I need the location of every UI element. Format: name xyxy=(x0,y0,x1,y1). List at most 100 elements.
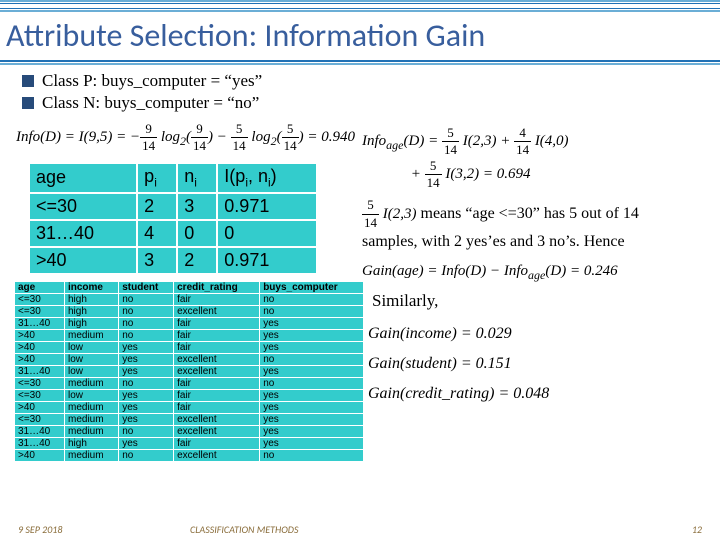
cell: >40 xyxy=(15,329,65,341)
cell: yes xyxy=(260,425,364,437)
table-header-row: age pi ni I(pi, ni) xyxy=(29,163,317,193)
cell: no xyxy=(260,353,364,365)
cell: fair xyxy=(174,377,260,389)
cell: yes xyxy=(119,389,174,401)
left-column: Info(D) = I(9,5) = −914 log2(914) − 514 … xyxy=(12,119,352,462)
header-rule xyxy=(0,0,720,12)
cell: fair xyxy=(174,329,260,341)
main-row: Info(D) = I(9,5) = −914 log2(914) − 514 … xyxy=(12,119,708,462)
table-row: >40mediumnofairyes xyxy=(15,329,364,341)
cell: yes xyxy=(260,329,364,341)
table-row: >40mediumyesfairyes xyxy=(15,401,364,413)
gain-credit: Gain(credit_rating) = 0.048 xyxy=(368,379,692,409)
cell: fair xyxy=(174,437,260,449)
cell: no xyxy=(119,305,174,317)
cell: no xyxy=(119,377,174,389)
th: credit_rating xyxy=(174,281,260,293)
gain-age-equation: Gain(age) = Info(D) − Infoage(D) = 0.246 xyxy=(362,263,692,283)
bullet-class-p: Class P: buys_computer = “yes” xyxy=(22,71,708,91)
cell: 31…40 xyxy=(29,220,137,247)
th-age: age xyxy=(29,163,137,193)
table-header-row: age income student credit_rating buys_co… xyxy=(15,281,364,293)
cell: <=30 xyxy=(15,377,65,389)
table-row: <=30mediumyesexcellentyes xyxy=(15,413,364,425)
cell: excellent xyxy=(174,365,260,377)
cell: yes xyxy=(260,317,364,329)
cell: yes xyxy=(119,365,174,377)
cell: >40 xyxy=(15,341,65,353)
cell: <=30 xyxy=(15,389,65,401)
bullet-square-icon xyxy=(22,97,34,109)
cell: yes xyxy=(260,413,364,425)
cell: yes xyxy=(260,341,364,353)
cell: fair xyxy=(174,293,260,305)
info-age-equation: Infoage(D) = 514 I(2,3) + 414 I(4,0) + 5… xyxy=(362,125,692,191)
cell: 0 xyxy=(217,220,317,247)
table-row: >40 3 2 0.971 xyxy=(29,247,317,274)
dataset-table: age income student credit_rating buys_co… xyxy=(14,281,364,462)
table-row: <=30mediumnofairno xyxy=(15,377,364,389)
cell: no xyxy=(260,377,364,389)
th-pi: pi xyxy=(137,163,177,193)
gain-list: Gain(income) = 0.029 Gain(student) = 0.1… xyxy=(368,319,692,410)
cell: yes xyxy=(119,401,174,413)
bullet-class-n: Class N: buys_computer = “no” xyxy=(22,93,708,113)
table-row: <=30lowyesfairyes xyxy=(15,389,364,401)
cell: >40 xyxy=(15,353,65,365)
gain-student: Gain(student) = 0.151 xyxy=(368,349,692,379)
th: age xyxy=(15,281,65,293)
cell: high xyxy=(64,317,118,329)
table-row: 31…40highnofairyes xyxy=(15,317,364,329)
cell: 31…40 xyxy=(15,317,65,329)
cell: 0.971 xyxy=(217,193,317,220)
th: income xyxy=(64,281,118,293)
table-row: 31…40 4 0 0 xyxy=(29,220,317,247)
cell: yes xyxy=(260,365,364,377)
table-row: >40mediumnoexcellentno xyxy=(15,449,364,461)
table-row: >40lowyesexcellentno xyxy=(15,353,364,365)
cell: no xyxy=(260,449,364,461)
cell: yes xyxy=(119,341,174,353)
cell: 2 xyxy=(137,193,177,220)
slide-content: Class P: buys_computer = “yes” Class N: … xyxy=(0,65,720,462)
cell: excellent xyxy=(174,413,260,425)
cell: yes xyxy=(260,389,364,401)
cell: yes xyxy=(119,353,174,365)
cell: no xyxy=(119,329,174,341)
cell: medium xyxy=(64,449,118,461)
cell: medium xyxy=(64,425,118,437)
cell: <=30 xyxy=(29,193,137,220)
cell: 31…40 xyxy=(15,425,65,437)
cell: 31…40 xyxy=(15,437,65,449)
cell: 0.971 xyxy=(217,247,317,274)
cell: 31…40 xyxy=(15,365,65,377)
cell: yes xyxy=(260,401,364,413)
footer-date: 9 SEP 2018 xyxy=(18,523,62,536)
cell: medium xyxy=(64,329,118,341)
table-row: 31…40mediumnoexcellentyes xyxy=(15,425,364,437)
cell: no xyxy=(119,425,174,437)
th: student xyxy=(119,281,174,293)
cell: 0 xyxy=(177,220,217,247)
cell: no xyxy=(119,317,174,329)
cell: yes xyxy=(119,437,174,449)
cell: >40 xyxy=(15,401,65,413)
bullet-class-n-text: Class N: buys_computer = “no” xyxy=(42,93,259,113)
slide-title: Attribute Selection: Information Gain xyxy=(6,16,714,55)
cell: excellent xyxy=(174,449,260,461)
right-column: Infoage(D) = 514 I(2,3) + 414 I(4,0) + 5… xyxy=(352,119,692,462)
cell: >40 xyxy=(15,449,65,461)
cell: fair xyxy=(174,341,260,353)
cell: no xyxy=(119,449,174,461)
table-row: <=30 2 3 0.971 xyxy=(29,193,317,220)
cell: >40 xyxy=(29,247,137,274)
cell: medium xyxy=(64,413,118,425)
explanation-text: 514 I(2,3) means “age <=30” has 5 out of… xyxy=(362,197,692,253)
cell: medium xyxy=(64,401,118,413)
th-ipini: I(pi, ni) xyxy=(217,163,317,193)
footer-page-number: 12 xyxy=(692,523,702,536)
cell: high xyxy=(64,293,118,305)
cell: low xyxy=(64,353,118,365)
cell: 2 xyxy=(177,247,217,274)
cell: fair xyxy=(174,317,260,329)
